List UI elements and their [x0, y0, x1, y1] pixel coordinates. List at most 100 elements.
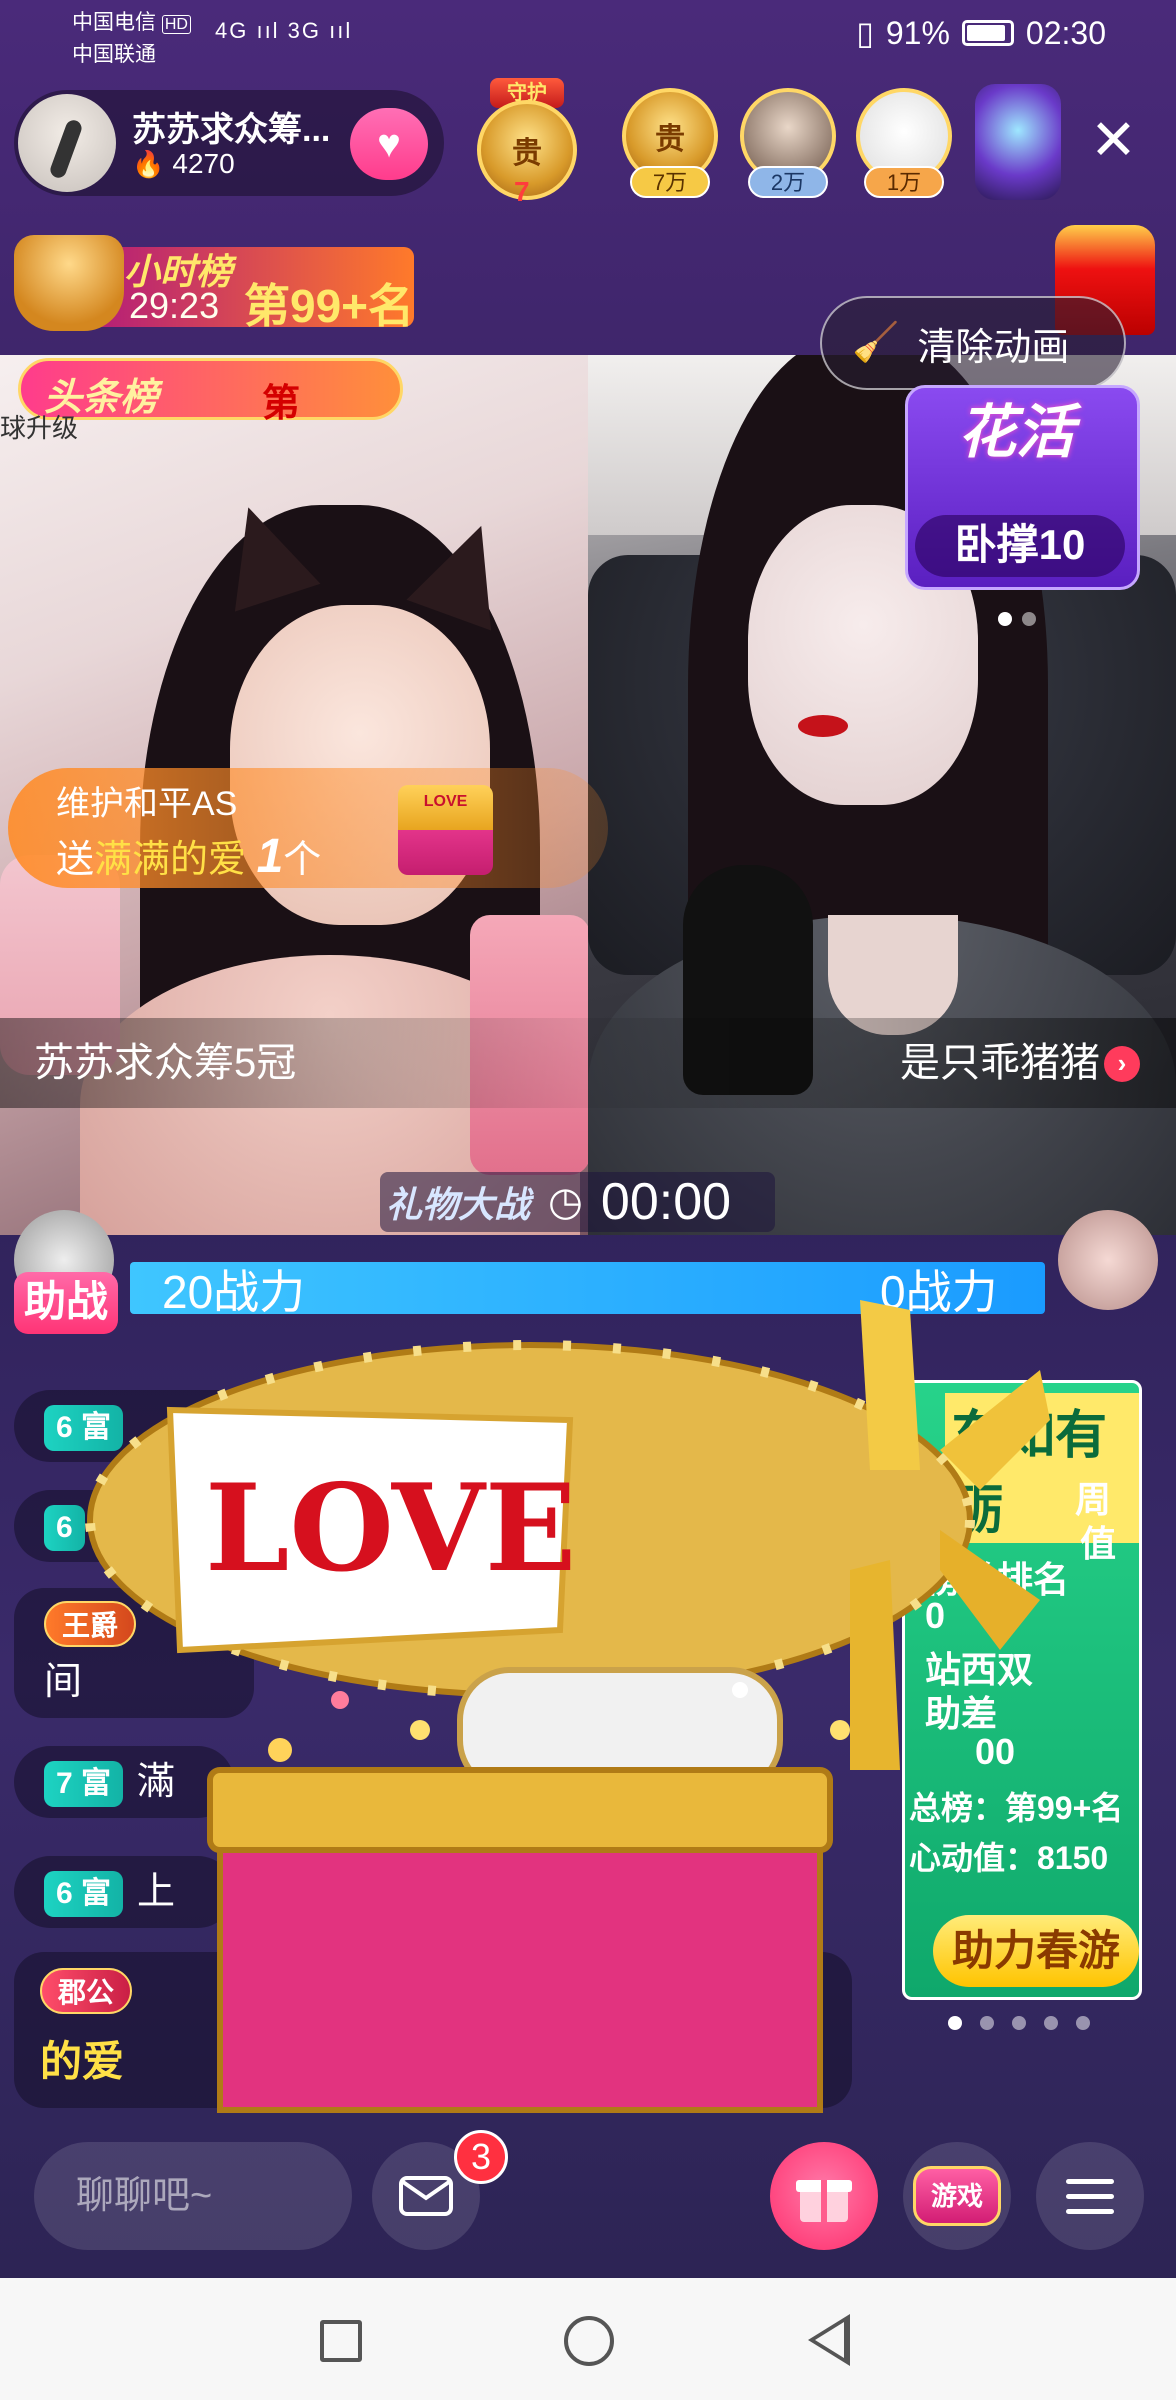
gift-icon-label: LOVE	[423, 793, 468, 810]
carousel-dot	[1076, 2016, 1090, 2030]
level-badge: 6	[44, 1504, 85, 1551]
top-fan-1[interactable]: 贵 7万	[618, 88, 722, 198]
top-fan-2[interactable]: 2万	[736, 88, 840, 198]
noble-badge: 王爵	[44, 1600, 137, 1647]
streamer-name-left[interactable]: 苏苏求众筹5冠	[0, 1018, 588, 1108]
event-line: 榜单排名	[925, 1559, 1070, 1600]
event-line: 0	[925, 1595, 946, 1636]
game-button[interactable]: 游戏	[903, 2142, 1011, 2250]
top-fan-3[interactable]: 1万	[852, 88, 956, 198]
gift-battle-header: 礼物大战 ◷ 00:00	[380, 1172, 775, 1232]
chat-message: 7 富滿	[14, 1746, 234, 1818]
gift-button[interactable]	[770, 2142, 878, 2250]
chat-text: 间	[44, 1661, 83, 1703]
guard-badge[interactable]: 守护 贵 7	[462, 78, 592, 208]
airship-love-text: LOVE	[205, 1458, 576, 1599]
event-line: 00	[975, 1731, 1016, 1772]
sparkle	[268, 1738, 292, 1762]
level-badge: 6 富	[44, 1870, 124, 1917]
flame-icon: 🔥	[132, 148, 165, 179]
heart-icon: ♥	[377, 121, 401, 166]
host-name: 苏苏求众筹...	[132, 111, 331, 149]
carousel-dot	[998, 612, 1012, 626]
assist-avatar-right[interactable]	[1058, 1210, 1158, 1310]
sparkle	[830, 1720, 850, 1740]
menu-icon-line	[1066, 2208, 1114, 2214]
close-icon: ✕	[1090, 108, 1137, 171]
host-card[interactable]: 苏苏求众筹... 🔥 4270 ♥	[14, 90, 444, 196]
spring-event-panel[interactable]: 东如有砺 周 值 榜单排名 0 站西双 助差 00 总榜：第99+名 心动值：8…	[902, 1380, 1142, 2000]
carousel-dot	[1022, 612, 1036, 626]
menu-button[interactable]	[1036, 2142, 1144, 2250]
status-right: ▯ 91% 02:30	[856, 14, 1106, 52]
hour-rank-position: 第99+名	[244, 280, 414, 332]
level-badge: 7 富	[44, 1760, 124, 1807]
upgrade-hint: 球升级	[0, 413, 79, 443]
chest-lid	[207, 1767, 833, 1853]
chat-message: 6 富上	[14, 1856, 234, 1928]
neck	[828, 915, 958, 1035]
status-bar: 中国电信 HD 中国联通 4G ııl 3G ııl ▯ 91% 02:30	[0, 0, 1176, 70]
message-count-badge: 3	[454, 2130, 508, 2184]
carousel-dot	[1044, 2016, 1058, 2030]
hour-rank[interactable]: 小时榜 29:23 第99+名	[14, 235, 414, 332]
event-carousel-dots	[998, 612, 1036, 626]
huahuo-subtitle: 卧撑10	[915, 515, 1125, 577]
assist-button[interactable]: 助战	[14, 1272, 118, 1334]
mvp-badge-icon[interactable]	[975, 84, 1061, 200]
event-line: 心动值：8150	[909, 1840, 1109, 1876]
host-heat: 🔥 4270	[132, 148, 235, 180]
chat-input[interactable]: 聊聊吧~	[34, 2142, 352, 2250]
carrier-info: 中国电信 HD 中国联通	[72, 8, 191, 70]
clear-animation-button[interactable]: 🧹 清除动画	[820, 296, 1126, 390]
gift-name: 满满的爱	[94, 839, 247, 881]
lips	[798, 715, 848, 737]
power-right: 0战力	[880, 1266, 998, 1318]
gift-sender: 维护和平AS	[56, 785, 238, 823]
guard-rank-char: 贵	[512, 137, 542, 170]
game-icon: 游戏	[913, 2166, 1001, 2226]
clear-animation-label: 清除动画	[917, 326, 1070, 369]
hour-rank-countdown: 29:23	[129, 285, 220, 326]
streamer-name-right[interactable]: 是只乖猪猪	[588, 1018, 1176, 1108]
close-button[interactable]: ✕	[1090, 112, 1137, 168]
heat-value: 4270	[172, 148, 235, 179]
home-button[interactable]	[564, 2316, 614, 2366]
hd-badge: HD	[161, 15, 191, 34]
chat-text: 上	[137, 1871, 176, 1913]
propeller-blade	[850, 1560, 900, 1770]
event-line: 助差	[925, 1693, 998, 1734]
menu-icon-line	[1066, 2178, 1114, 2184]
signal-icon: 4G ııl 3G ııl	[215, 18, 353, 43]
guard-level: 7	[514, 176, 530, 207]
back-button[interactable]	[808, 2314, 850, 2366]
event-line: 总榜：第99+名	[909, 1790, 1124, 1826]
fan-rank-char: 贵	[655, 123, 685, 156]
sparkle	[410, 1720, 430, 1740]
chevron-right-icon[interactable]: ›	[1104, 1046, 1140, 1082]
airship-gondola	[457, 1667, 783, 1793]
clock-icon: ◷	[548, 1180, 583, 1224]
power-left: 20战力	[162, 1266, 306, 1318]
chat-message: 王爵 间	[14, 1588, 254, 1718]
event-line: 值	[1080, 1523, 1117, 1564]
chat-message: 6	[14, 1490, 184, 1562]
gift-unit: 个	[283, 839, 322, 881]
carrier2-label: 中国联通	[72, 43, 156, 66]
mail-icon	[399, 2176, 453, 2216]
assist-spring-button[interactable]: 助力春游	[933, 1915, 1139, 1987]
carousel-dot	[980, 2016, 994, 2030]
battery-percent: 91%	[885, 14, 950, 51]
host-avatar[interactable]	[18, 94, 116, 192]
carousel-dot	[1012, 2016, 1026, 2030]
event-carousel-dots	[948, 2016, 1090, 2030]
follow-button[interactable]: ♥	[350, 108, 428, 180]
fan-contribution: 2万	[748, 166, 828, 198]
gift-message: 送满满的爱 1个	[56, 828, 321, 884]
recents-button[interactable]	[320, 2320, 362, 2362]
gift-action: 送	[56, 839, 95, 881]
fan-contribution: 7万	[630, 166, 710, 198]
level-badge: 6 富	[44, 1404, 124, 1451]
clock: 02:30	[1025, 14, 1106, 51]
chat-badges: 郡公	[40, 1968, 133, 2014]
